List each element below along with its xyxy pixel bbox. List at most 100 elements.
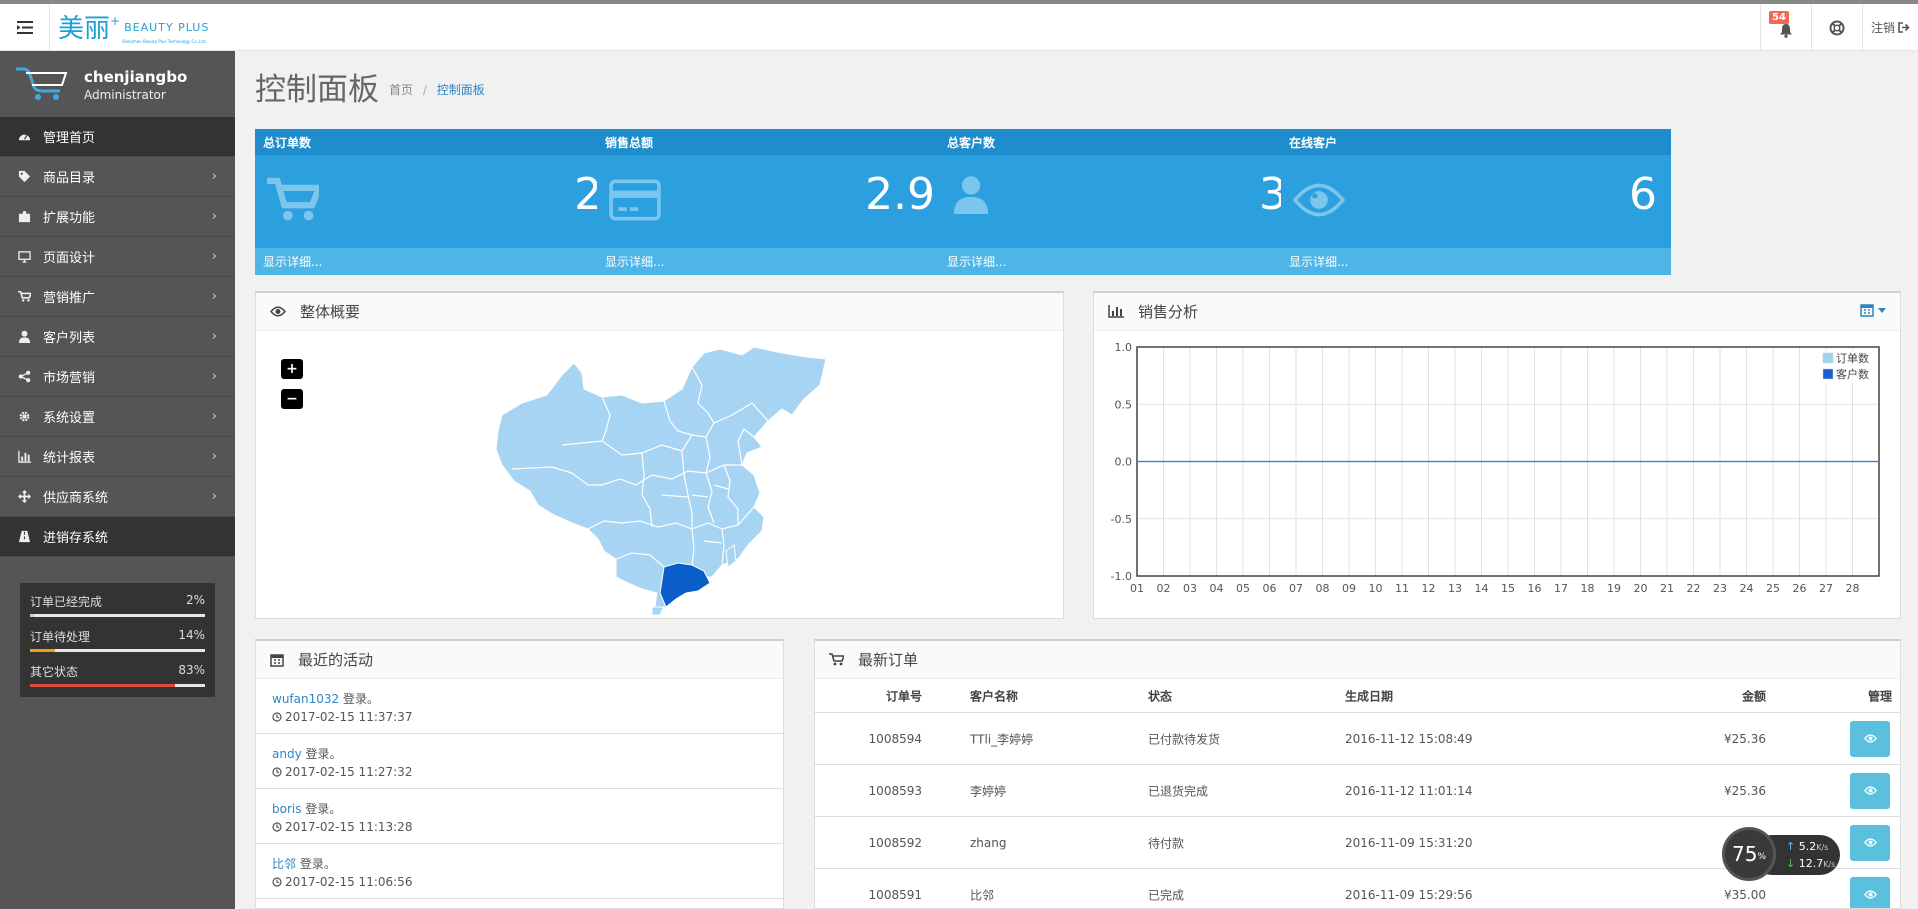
map-zoom-out-button[interactable]: −: [281, 389, 303, 409]
y-tick-label: 1.0: [1115, 341, 1133, 354]
stat-tile-body: 2K: [255, 155, 645, 248]
order-progress-box: 订单已经完成 2% 订单待处理 14% 其它状态 83%: [20, 583, 215, 697]
sales-header: 销售分析: [1094, 293, 1900, 331]
legend-label: 订单数: [1836, 352, 1869, 365]
calendar-icon: [1860, 304, 1874, 317]
legend-swatch: [1822, 368, 1834, 380]
cart-logo-avatar: [16, 67, 68, 100]
stat-tile-body: 6: [1281, 155, 1671, 248]
activity-user-link[interactable]: 比邻: [272, 857, 296, 871]
chevron-right-icon: ›: [211, 289, 217, 304]
x-tick-label: 01: [1130, 582, 1144, 595]
view-order-button[interactable]: [1850, 720, 1890, 757]
sidebar-item-2[interactable]: 扩展功能 ›: [0, 197, 235, 237]
activity-user-link[interactable]: boris: [272, 802, 301, 816]
chevron-right-icon: ›: [211, 369, 217, 384]
chevron-right-icon: ›: [211, 329, 217, 344]
view-order-button[interactable]: [1850, 824, 1890, 861]
logout-button[interactable]: 注销: [1862, 4, 1918, 51]
help-button[interactable]: [1811, 4, 1862, 51]
progress-track: [30, 684, 205, 687]
notifications-button[interactable]: 54: [1760, 4, 1811, 51]
calendar-dropdown-button[interactable]: [1860, 303, 1886, 317]
map-zoom-in-button[interactable]: +: [281, 359, 303, 379]
activity-panel: 最近的活动 wufan1032 登录。 2017-02-15 11:37:37 a…: [255, 639, 784, 909]
order-status: 已付款待发货: [1148, 732, 1221, 746]
order-date: 2016-11-12 11:01:14: [1345, 783, 1473, 798]
sidebar-item-0[interactable]: 管理首页: [0, 117, 235, 157]
view-order-button[interactable]: [1850, 876, 1890, 908]
chevron-right-icon: ›: [211, 249, 217, 264]
sidebar-item-6[interactable]: 市场营销 ›: [0, 357, 235, 397]
x-tick-label: 03: [1183, 582, 1197, 595]
view-order-button[interactable]: [1850, 772, 1890, 809]
x-tick-label: 24: [1740, 582, 1754, 595]
col-header-date[interactable]: 生成日期: [1345, 687, 1393, 704]
sidebar-item-5[interactable]: 客户列表 ›: [0, 317, 235, 357]
x-tick-label: 26: [1793, 582, 1807, 595]
activity-user-link[interactable]: wufan1032: [272, 692, 339, 706]
stat-tile-details-link[interactable]: 显示详细...: [255, 248, 645, 275]
map-region[interactable]: [495, 346, 827, 614]
sidebar-item-4[interactable]: 营销推广 ›: [0, 277, 235, 317]
col-header-id[interactable]: 订单号: [886, 687, 922, 704]
calendar-icon: [270, 653, 284, 667]
order-date: 2016-11-12 15:08:49: [1345, 731, 1473, 746]
x-tick-label: 11: [1395, 582, 1409, 595]
orders-title: 最新订单: [858, 651, 919, 669]
map-region[interactable]: [651, 606, 665, 615]
x-tick-label: 15: [1501, 582, 1515, 595]
progress-fill: [30, 684, 176, 687]
activity-item: boris 登录。 2017-02-15 11:13:28: [256, 789, 783, 844]
col-header-status[interactable]: 状态: [1148, 687, 1172, 704]
sidebar: chenjiangbo Administrator 管理首页 商品目录 › 扩展功…: [0, 51, 235, 909]
brand-logo[interactable]: 美丽 + BEAUTY PLUS Shenzhen Beauty Plus Te…: [58, 12, 209, 44]
breadcrumb: 首页 / 控制面板: [389, 81, 485, 98]
logout-label: 注销: [1870, 21, 1895, 35]
stat-tile-header: 总客户数 0%: [939, 129, 1329, 155]
progress-fill: [30, 649, 55, 652]
sidebar-item-9[interactable]: 供应商系统 ›: [0, 477, 235, 517]
activity-user-link[interactable]: andy: [272, 747, 302, 761]
x-tick-label: 17: [1554, 582, 1568, 595]
top-bar: 美丽 + BEAUTY PLUS Shenzhen Beauty Plus Te…: [0, 0, 1918, 51]
x-tick-label: 04: [1210, 582, 1224, 595]
col-header-customer[interactable]: 客户名称: [970, 687, 1018, 704]
eye-icon: [270, 306, 286, 317]
stat-tile-details-link[interactable]: 显示详细...: [1281, 248, 1671, 275]
network-speed-widget[interactable]: 75% ↑ 5.2K/s ↓ 12.7K/s: [1722, 827, 1840, 881]
user-icon: [14, 330, 34, 343]
activity-time: 2017-02-15 11:37:37: [285, 710, 413, 724]
orders-table-header: 订单号 客户名称 状态 生成日期 金额 管理: [815, 679, 1900, 713]
clock-icon: [272, 877, 282, 887]
sidebar-item-1[interactable]: 商品目录 ›: [0, 157, 235, 197]
sidebar-toggle-button[interactable]: [0, 4, 50, 51]
progress-label: 其它状态: [30, 665, 79, 679]
download-value: 12.7: [1798, 857, 1824, 870]
activity-time-row: 2017-02-15 11:13:28: [272, 820, 783, 834]
activity-time-row: 2017-02-15 11:37:37: [272, 710, 783, 724]
x-tick-label: 21: [1660, 582, 1674, 595]
topbar-actions: 54 注销: [1760, 4, 1918, 51]
sidebar-item-3[interactable]: 页面设计 ›: [0, 237, 235, 277]
activity-list: wufan1032 登录。 2017-02-15 11:37:37 andy 登录…: [256, 679, 783, 899]
stat-tile-details-link[interactable]: 显示详细...: [939, 248, 1329, 275]
china-map[interactable]: [492, 345, 837, 615]
breadcrumb-current[interactable]: 控制面板: [437, 83, 485, 97]
breadcrumb-home[interactable]: 首页: [389, 83, 413, 97]
desktop-icon: [14, 250, 34, 263]
sidebar-item-10[interactable]: 进销存系统: [0, 517, 235, 557]
sidebar-item-label: 扩展功能: [43, 211, 96, 226]
x-tick-label: 27: [1819, 582, 1833, 595]
stat-tile-details-link[interactable]: 显示详细...: [597, 248, 987, 275]
x-tick-label: 18: [1581, 582, 1595, 595]
sidebar-item-7[interactable]: 系统设置 ›: [0, 397, 235, 437]
upload-speed: ↑ 5.2K/s: [1786, 840, 1828, 853]
progress-row: 其它状态 83%: [30, 661, 205, 696]
order-amount: ¥25.36: [1724, 783, 1766, 798]
col-header-amount[interactable]: 金额: [1742, 687, 1766, 704]
sidebar-item-label: 供应商系统: [43, 491, 109, 506]
sidebar-item-8[interactable]: 统计报表 ›: [0, 437, 235, 477]
sidebar-item-label: 客户列表: [43, 331, 96, 346]
sidebar-nav: 管理首页 商品目录 › 扩展功能 › 页面设计 › 营销推广 › 客户列表 › 市场营销 ›…: [0, 117, 235, 557]
